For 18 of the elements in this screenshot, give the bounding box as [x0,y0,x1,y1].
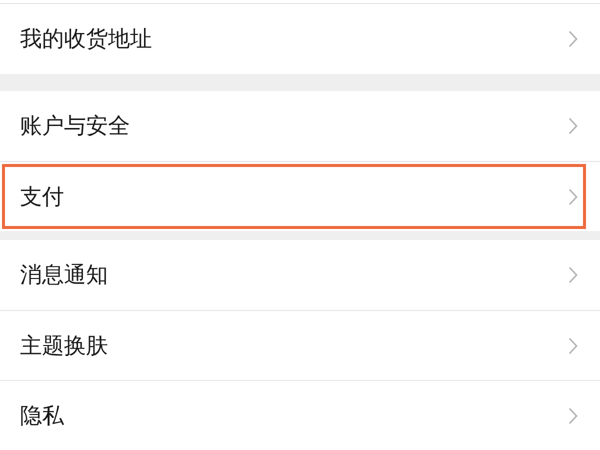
item-label: 消息通知 [20,262,108,290]
item-label: 主题换肤 [20,332,108,360]
settings-item[interactable]: 主题换肤 [0,310,600,380]
chevron-icon [568,188,578,206]
settings-item[interactable]: 账户与安全 [0,91,600,161]
settings-item[interactable]: 支付 [0,161,600,231]
item-label: 隐私 [20,402,64,430]
chevron-icon [568,30,578,48]
chevron-icon [568,117,578,135]
item-label: 账户与安全 [20,113,130,141]
chevron-icon [568,266,578,284]
item-label: 我的收货地址 [20,26,152,54]
settings-item[interactable]: 我的收货地址 [0,4,600,74]
settings-item[interactable]: 消息通知 [0,240,600,310]
item-label: 支付 [20,184,64,212]
chevron-icon [568,406,578,424]
settings-item[interactable]: 隐私 [0,380,600,450]
chevron-icon [568,336,578,354]
